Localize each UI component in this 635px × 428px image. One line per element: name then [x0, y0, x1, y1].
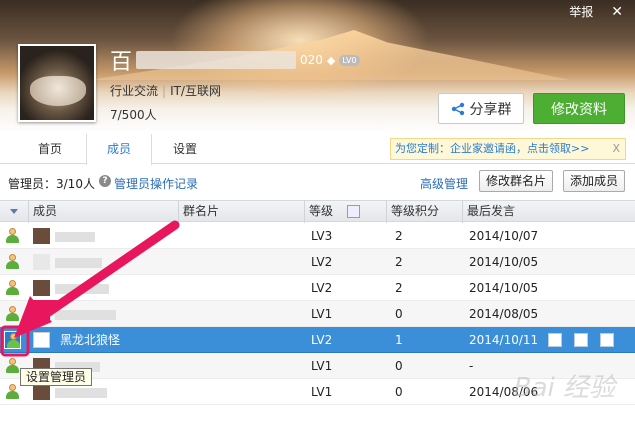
redacted-member-name — [55, 258, 102, 268]
member-level: LV2 — [311, 333, 333, 347]
profile-card-icon[interactable] — [574, 333, 588, 347]
member-last-speak: 2014/08/05 — [469, 307, 539, 321]
col-points[interactable]: 等级积分 — [386, 201, 462, 223]
advanced-manage-link[interactable]: 高级管理 — [420, 175, 468, 192]
close-icon[interactable]: ✕ — [611, 4, 623, 20]
member-level: LV2 — [311, 281, 333, 295]
member-last-speak: 2014/10/05 — [469, 281, 539, 295]
member-points: 2 — [395, 281, 403, 295]
report-link[interactable]: 举报 — [569, 3, 593, 20]
share-icon — [451, 102, 464, 115]
admin-bar: 管理员：3/10人 ? 管理员操作记录 高级管理 修改群名片 添加成员 — [0, 168, 635, 196]
table-row[interactable]: LV1 0 2014/08/05 — [0, 301, 635, 327]
member-points: 2 — [395, 229, 403, 243]
member-icon[interactable] — [5, 254, 19, 270]
member-count: 7/500人 — [110, 108, 157, 122]
tab-settings[interactable]: 设置 — [152, 134, 218, 164]
tab-home[interactable]: 首页 — [14, 134, 86, 164]
redacted-name — [136, 51, 297, 69]
admin-log-link[interactable]: 管理员操作记录 — [114, 175, 198, 192]
tag-industry[interactable]: 行业交流 — [110, 84, 158, 98]
member-icon[interactable] — [5, 306, 19, 322]
member-icon[interactable] — [5, 358, 19, 374]
group-name-tail: 020 — [300, 53, 323, 67]
baidu-watermark: Bai 经验 — [513, 373, 615, 403]
share-group-button[interactable]: 分享群 — [438, 93, 524, 124]
member-last-speak: 2014/10/05 — [469, 255, 539, 269]
member-last-speak: 2014/10/07 — [469, 229, 539, 243]
promo-banner[interactable]: 为您定制：企业家邀请函，点击领取>> X — [390, 138, 626, 160]
remove-member-icon[interactable] — [600, 333, 614, 347]
set-admin-icon[interactable] — [4, 331, 21, 349]
member-points: 2 — [395, 255, 403, 269]
edit-card-icon[interactable] — [548, 333, 562, 347]
member-last-speak: 2014/10/11 — [469, 333, 539, 347]
promo-close-icon[interactable]: X — [612, 139, 620, 159]
redacted-member-name — [55, 310, 116, 320]
member-avatar[interactable] — [33, 384, 50, 400]
member-level: LV1 — [311, 359, 333, 373]
group-header: 举报 ✕ 百 020 ◆ LV0 行业交流 | IT/互联网 7/500人 分享群 … — [0, 0, 635, 133]
admin-count: 管理员：3/10人 — [8, 177, 95, 191]
add-member-button[interactable]: 添加成员 — [563, 170, 626, 192]
edit-card-button[interactable]: 修改群名片 — [479, 170, 554, 192]
top-links: 举报 ✕ — [569, 3, 623, 20]
sort-arrow-icon[interactable] — [10, 209, 18, 214]
level-badge: LV0 — [339, 54, 360, 66]
member-points: 1 — [395, 333, 403, 347]
member-level: LV3 — [311, 229, 333, 243]
tab-members[interactable]: 成员 — [86, 134, 152, 165]
hands-image — [30, 76, 86, 106]
member-name[interactable]: 黑龙北狼怪 — [60, 327, 120, 353]
member-level: LV1 — [311, 307, 333, 321]
member-points: 0 — [395, 307, 403, 321]
col-card[interactable]: 群名片 — [178, 201, 304, 223]
set-admin-tooltip: 设置管理员 — [20, 368, 93, 386]
member-table-header: 成员 群名片 等级 等级积分 最后发言 — [0, 200, 635, 223]
table-row[interactable]: LV3 2 2014/10/07 — [0, 223, 635, 249]
member-avatar[interactable] — [33, 306, 50, 322]
group-avatar[interactable] — [18, 44, 96, 122]
member-last-speak: - — [469, 359, 474, 373]
member-level: LV1 — [311, 385, 333, 399]
flame-icon: ◆ — [326, 53, 336, 67]
group-tags: 行业交流 | IT/互联网 — [110, 84, 221, 98]
member-avatar[interactable] — [33, 228, 50, 244]
table-row[interactable]: 黑龙北狼怪 LV2 1 2014/10/11 — [0, 327, 635, 353]
help-icon[interactable]: ? — [99, 175, 111, 187]
member-level: LV2 — [311, 255, 333, 269]
table-row[interactable]: LV2 2 2014/10/05 — [0, 275, 635, 301]
member-icon[interactable] — [5, 228, 19, 244]
col-level[interactable]: 等级 — [304, 201, 386, 223]
col-last-speak[interactable]: 最后发言 — [462, 201, 635, 223]
redacted-member-name — [55, 284, 109, 294]
share-label: 分享群 — [469, 101, 512, 118]
group-name: 百 020 ◆ LV0 — [110, 44, 360, 76]
edit-level-icon[interactable] — [347, 205, 360, 218]
group-name-first-char: 百 — [110, 50, 133, 75]
tag-category[interactable]: IT/互联网 — [170, 84, 221, 98]
member-points: 0 — [395, 385, 403, 399]
table-row[interactable]: LV2 2 2014/10/05 — [0, 249, 635, 275]
member-points: 0 — [395, 359, 403, 373]
member-avatar[interactable] — [33, 254, 50, 270]
col-member[interactable]: 成员 — [28, 201, 178, 223]
member-icon[interactable] — [5, 384, 19, 400]
member-avatar[interactable] — [33, 332, 50, 348]
member-icon[interactable] — [5, 280, 19, 296]
member-avatar[interactable] — [33, 280, 50, 296]
edit-profile-button[interactable]: 修改资料 — [533, 93, 625, 124]
redacted-member-name — [55, 388, 107, 398]
redacted-member-name — [55, 232, 95, 242]
promo-text[interactable]: 为您定制：企业家邀请函，点击领取>> — [395, 142, 589, 155]
